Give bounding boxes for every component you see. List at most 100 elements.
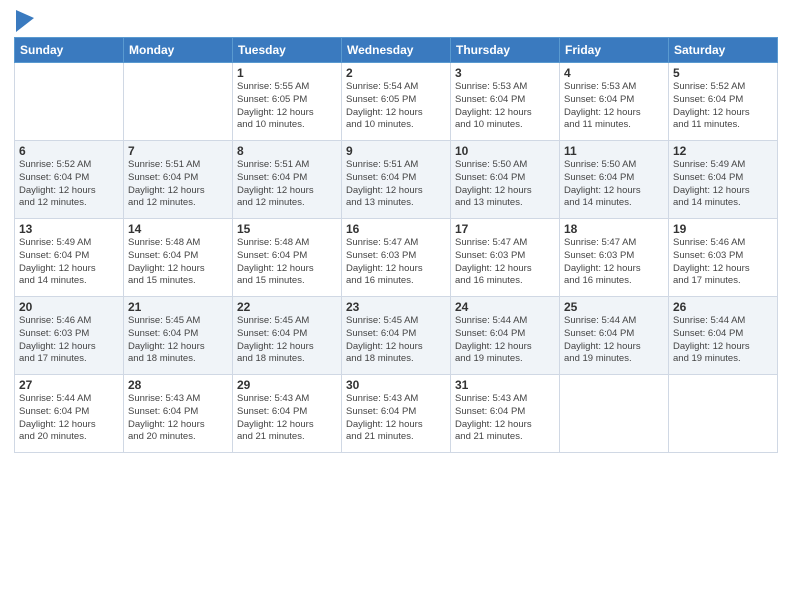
day-info: Sunrise: 5:48 AM Sunset: 6:04 PM Dayligh… bbox=[237, 237, 337, 288]
day-info: Sunrise: 5:49 AM Sunset: 6:04 PM Dayligh… bbox=[673, 159, 773, 210]
calendar-cell bbox=[15, 63, 124, 141]
calendar-cell: 20Sunrise: 5:46 AM Sunset: 6:03 PM Dayli… bbox=[15, 297, 124, 375]
calendar-cell: 23Sunrise: 5:45 AM Sunset: 6:04 PM Dayli… bbox=[342, 297, 451, 375]
day-info: Sunrise: 5:50 AM Sunset: 6:04 PM Dayligh… bbox=[455, 159, 555, 210]
day-number: 8 bbox=[237, 144, 337, 158]
week-row-3: 20Sunrise: 5:46 AM Sunset: 6:03 PM Dayli… bbox=[15, 297, 778, 375]
day-info: Sunrise: 5:45 AM Sunset: 6:04 PM Dayligh… bbox=[128, 315, 228, 366]
day-info: Sunrise: 5:48 AM Sunset: 6:04 PM Dayligh… bbox=[128, 237, 228, 288]
calendar-cell: 8Sunrise: 5:51 AM Sunset: 6:04 PM Daylig… bbox=[233, 141, 342, 219]
day-info: Sunrise: 5:50 AM Sunset: 6:04 PM Dayligh… bbox=[564, 159, 664, 210]
day-number: 20 bbox=[19, 300, 119, 314]
day-number: 4 bbox=[564, 66, 664, 80]
calendar-cell: 30Sunrise: 5:43 AM Sunset: 6:04 PM Dayli… bbox=[342, 375, 451, 453]
day-info: Sunrise: 5:46 AM Sunset: 6:03 PM Dayligh… bbox=[673, 237, 773, 288]
calendar-cell: 5Sunrise: 5:52 AM Sunset: 6:04 PM Daylig… bbox=[669, 63, 778, 141]
day-number: 11 bbox=[564, 144, 664, 158]
calendar-cell: 2Sunrise: 5:54 AM Sunset: 6:05 PM Daylig… bbox=[342, 63, 451, 141]
day-info: Sunrise: 5:53 AM Sunset: 6:04 PM Dayligh… bbox=[564, 81, 664, 132]
day-number: 21 bbox=[128, 300, 228, 314]
day-info: Sunrise: 5:53 AM Sunset: 6:04 PM Dayligh… bbox=[455, 81, 555, 132]
calendar-cell: 16Sunrise: 5:47 AM Sunset: 6:03 PM Dayli… bbox=[342, 219, 451, 297]
calendar-cell: 6Sunrise: 5:52 AM Sunset: 6:04 PM Daylig… bbox=[15, 141, 124, 219]
weekday-header-sunday: Sunday bbox=[15, 38, 124, 63]
calendar-cell: 26Sunrise: 5:44 AM Sunset: 6:04 PM Dayli… bbox=[669, 297, 778, 375]
day-info: Sunrise: 5:47 AM Sunset: 6:03 PM Dayligh… bbox=[346, 237, 446, 288]
day-number: 2 bbox=[346, 66, 446, 80]
day-number: 29 bbox=[237, 378, 337, 392]
day-info: Sunrise: 5:52 AM Sunset: 6:04 PM Dayligh… bbox=[673, 81, 773, 132]
day-number: 10 bbox=[455, 144, 555, 158]
day-info: Sunrise: 5:44 AM Sunset: 6:04 PM Dayligh… bbox=[564, 315, 664, 366]
day-number: 19 bbox=[673, 222, 773, 236]
day-info: Sunrise: 5:44 AM Sunset: 6:04 PM Dayligh… bbox=[673, 315, 773, 366]
day-number: 27 bbox=[19, 378, 119, 392]
calendar: SundayMondayTuesdayWednesdayThursdayFrid… bbox=[14, 37, 778, 453]
day-info: Sunrise: 5:55 AM Sunset: 6:05 PM Dayligh… bbox=[237, 81, 337, 132]
day-number: 17 bbox=[455, 222, 555, 236]
calendar-cell: 14Sunrise: 5:48 AM Sunset: 6:04 PM Dayli… bbox=[124, 219, 233, 297]
calendar-cell: 13Sunrise: 5:49 AM Sunset: 6:04 PM Dayli… bbox=[15, 219, 124, 297]
day-number: 12 bbox=[673, 144, 773, 158]
day-number: 24 bbox=[455, 300, 555, 314]
day-number: 5 bbox=[673, 66, 773, 80]
calendar-cell: 1Sunrise: 5:55 AM Sunset: 6:05 PM Daylig… bbox=[233, 63, 342, 141]
calendar-cell: 3Sunrise: 5:53 AM Sunset: 6:04 PM Daylig… bbox=[451, 63, 560, 141]
calendar-cell: 9Sunrise: 5:51 AM Sunset: 6:04 PM Daylig… bbox=[342, 141, 451, 219]
day-number: 13 bbox=[19, 222, 119, 236]
day-info: Sunrise: 5:43 AM Sunset: 6:04 PM Dayligh… bbox=[237, 393, 337, 444]
weekday-header-row: SundayMondayTuesdayWednesdayThursdayFrid… bbox=[15, 38, 778, 63]
calendar-cell: 29Sunrise: 5:43 AM Sunset: 6:04 PM Dayli… bbox=[233, 375, 342, 453]
day-number: 15 bbox=[237, 222, 337, 236]
day-info: Sunrise: 5:45 AM Sunset: 6:04 PM Dayligh… bbox=[346, 315, 446, 366]
calendar-cell: 28Sunrise: 5:43 AM Sunset: 6:04 PM Dayli… bbox=[124, 375, 233, 453]
day-info: Sunrise: 5:43 AM Sunset: 6:04 PM Dayligh… bbox=[128, 393, 228, 444]
day-info: Sunrise: 5:49 AM Sunset: 6:04 PM Dayligh… bbox=[19, 237, 119, 288]
calendar-cell bbox=[669, 375, 778, 453]
weekday-header-wednesday: Wednesday bbox=[342, 38, 451, 63]
day-number: 18 bbox=[564, 222, 664, 236]
calendar-cell: 27Sunrise: 5:44 AM Sunset: 6:04 PM Dayli… bbox=[15, 375, 124, 453]
day-number: 25 bbox=[564, 300, 664, 314]
day-info: Sunrise: 5:43 AM Sunset: 6:04 PM Dayligh… bbox=[455, 393, 555, 444]
calendar-cell: 22Sunrise: 5:45 AM Sunset: 6:04 PM Dayli… bbox=[233, 297, 342, 375]
day-number: 14 bbox=[128, 222, 228, 236]
calendar-cell: 4Sunrise: 5:53 AM Sunset: 6:04 PM Daylig… bbox=[560, 63, 669, 141]
day-number: 26 bbox=[673, 300, 773, 314]
calendar-cell: 24Sunrise: 5:44 AM Sunset: 6:04 PM Dayli… bbox=[451, 297, 560, 375]
day-info: Sunrise: 5:44 AM Sunset: 6:04 PM Dayligh… bbox=[19, 393, 119, 444]
weekday-header-thursday: Thursday bbox=[451, 38, 560, 63]
calendar-cell: 15Sunrise: 5:48 AM Sunset: 6:04 PM Dayli… bbox=[233, 219, 342, 297]
day-number: 3 bbox=[455, 66, 555, 80]
day-info: Sunrise: 5:54 AM Sunset: 6:05 PM Dayligh… bbox=[346, 81, 446, 132]
day-number: 1 bbox=[237, 66, 337, 80]
calendar-cell: 7Sunrise: 5:51 AM Sunset: 6:04 PM Daylig… bbox=[124, 141, 233, 219]
weekday-header-friday: Friday bbox=[560, 38, 669, 63]
logo-icon bbox=[16, 10, 34, 32]
day-number: 23 bbox=[346, 300, 446, 314]
calendar-cell: 25Sunrise: 5:44 AM Sunset: 6:04 PM Dayli… bbox=[560, 297, 669, 375]
calendar-cell bbox=[560, 375, 669, 453]
day-info: Sunrise: 5:45 AM Sunset: 6:04 PM Dayligh… bbox=[237, 315, 337, 366]
day-number: 30 bbox=[346, 378, 446, 392]
day-number: 9 bbox=[346, 144, 446, 158]
calendar-cell: 17Sunrise: 5:47 AM Sunset: 6:03 PM Dayli… bbox=[451, 219, 560, 297]
day-number: 22 bbox=[237, 300, 337, 314]
week-row-0: 1Sunrise: 5:55 AM Sunset: 6:05 PM Daylig… bbox=[15, 63, 778, 141]
day-info: Sunrise: 5:51 AM Sunset: 6:04 PM Dayligh… bbox=[346, 159, 446, 210]
header bbox=[14, 10, 778, 32]
calendar-cell: 18Sunrise: 5:47 AM Sunset: 6:03 PM Dayli… bbox=[560, 219, 669, 297]
weekday-header-monday: Monday bbox=[124, 38, 233, 63]
day-info: Sunrise: 5:47 AM Sunset: 6:03 PM Dayligh… bbox=[455, 237, 555, 288]
day-info: Sunrise: 5:43 AM Sunset: 6:04 PM Dayligh… bbox=[346, 393, 446, 444]
calendar-cell: 10Sunrise: 5:50 AM Sunset: 6:04 PM Dayli… bbox=[451, 141, 560, 219]
day-info: Sunrise: 5:47 AM Sunset: 6:03 PM Dayligh… bbox=[564, 237, 664, 288]
week-row-1: 6Sunrise: 5:52 AM Sunset: 6:04 PM Daylig… bbox=[15, 141, 778, 219]
weekday-header-tuesday: Tuesday bbox=[233, 38, 342, 63]
day-number: 6 bbox=[19, 144, 119, 158]
calendar-cell: 21Sunrise: 5:45 AM Sunset: 6:04 PM Dayli… bbox=[124, 297, 233, 375]
day-number: 28 bbox=[128, 378, 228, 392]
calendar-cell: 19Sunrise: 5:46 AM Sunset: 6:03 PM Dayli… bbox=[669, 219, 778, 297]
calendar-cell: 12Sunrise: 5:49 AM Sunset: 6:04 PM Dayli… bbox=[669, 141, 778, 219]
day-number: 7 bbox=[128, 144, 228, 158]
